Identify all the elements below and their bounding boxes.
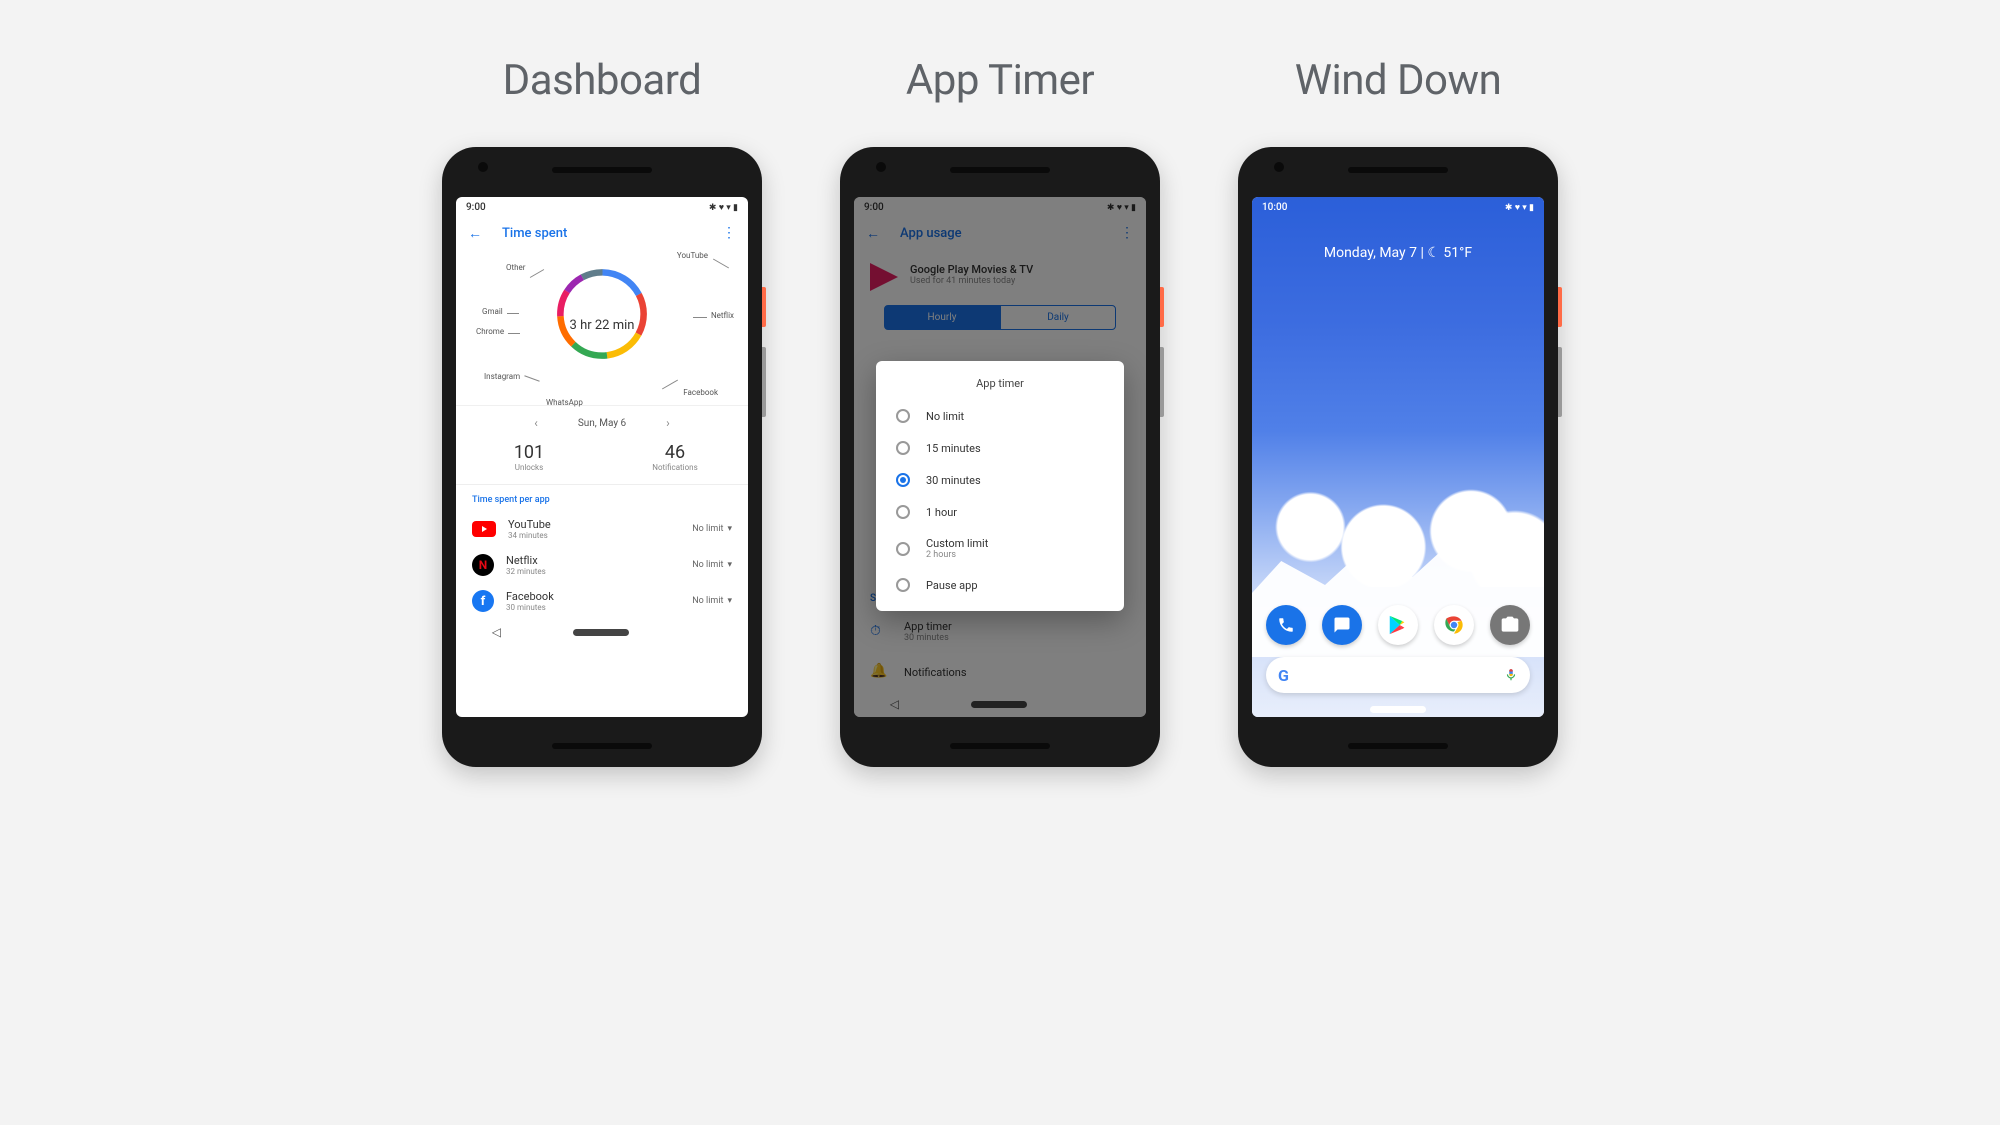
donut-label-facebook: Facebook	[683, 388, 718, 397]
column-dashboard: Dashboard 9:00 ✱ ♥ ▾ ▮ ← Time spent ⋮	[427, 56, 777, 767]
google-logo-icon: G	[1278, 666, 1289, 685]
search-bar[interactable]: G	[1266, 657, 1530, 693]
nav-bar: ◁	[456, 619, 748, 645]
title-winddown: Wind Down	[1295, 56, 1502, 105]
donut-label-youtube: YouTube	[677, 251, 708, 260]
radio-30-min[interactable]: 30 minutes	[876, 464, 1124, 496]
chrome-app-icon[interactable]	[1434, 605, 1474, 645]
mic-icon[interactable]	[1504, 666, 1518, 684]
messages-app-icon[interactable]	[1322, 605, 1362, 645]
radio-1-hour[interactable]: 1 hour	[876, 496, 1124, 528]
donut-chart: 3 hr 22 min YouTube Netflix Facebook Wha…	[456, 249, 748, 405]
phone-app-icon[interactable]	[1266, 605, 1306, 645]
radio-pause[interactable]: Pause app	[876, 569, 1124, 601]
radio-icon	[896, 505, 910, 519]
status-bar: 9:00 ✱ ♥ ▾ ▮	[456, 197, 748, 217]
date-selector: ‹ Sun, May 6 ›	[456, 405, 748, 436]
donut-label-gmail: Gmail	[482, 307, 503, 316]
status-icons: ✱ ♥ ▾ ▮	[1505, 202, 1534, 213]
donut-total: 3 hr 22 min	[570, 318, 635, 333]
status-time: 9:00	[466, 202, 486, 213]
dialog-title: App timer	[876, 377, 1124, 400]
nav-home-icon[interactable]	[1370, 706, 1426, 713]
nav-bar	[1252, 706, 1544, 713]
donut-label-other: Other	[506, 263, 525, 272]
phone-frame-3: 10:00 ✱ ♥ ▾ ▮ Monday, May 7 | ☾ 51°F	[1238, 147, 1558, 767]
stat-notifications[interactable]: 46 Notifications	[602, 442, 748, 472]
radio-icon	[896, 441, 910, 455]
radio-no-limit[interactable]: No limit	[876, 400, 1124, 432]
app-timer-dialog: App timer No limit 15 minutes 30 minutes	[876, 361, 1124, 611]
title-dashboard: Dashboard	[503, 56, 702, 105]
date-weather[interactable]: Monday, May 7 | ☾ 51°F	[1252, 217, 1544, 261]
limit-dropdown[interactable]: No limit ▾	[692, 596, 732, 606]
donut-label-whatsapp: WhatsApp	[546, 398, 583, 407]
play-store-icon[interactable]	[1378, 605, 1418, 645]
column-winddown: Wind Down 10:00 ✱ ♥ ▾ ▮ Monday, May 7 | …	[1223, 56, 1573, 767]
facebook-icon	[472, 590, 494, 612]
radio-custom[interactable]: Custom limit 2 hours	[876, 528, 1124, 569]
donut-label-netflix: Netflix	[711, 311, 734, 320]
donut-label-chrome: Chrome	[476, 327, 504, 336]
youtube-icon	[472, 521, 496, 537]
column-apptimer: App Timer 9:00 ✱ ♥ ▾ ▮ ← App usage ⋮	[825, 56, 1175, 767]
status-icons: ✱ ♥ ▾ ▮	[709, 202, 738, 213]
date-label: Sun, May 6	[578, 418, 626, 429]
prev-day-icon[interactable]: ‹	[534, 416, 538, 430]
nav-back-icon[interactable]: ◁	[492, 625, 501, 639]
app-row-youtube[interactable]: YouTube 34 minutes No limit ▾	[456, 511, 748, 547]
home-screen[interactable]: 10:00 ✱ ♥ ▾ ▮ Monday, May 7 | ☾ 51°F	[1252, 197, 1544, 717]
phone-frame-2: 9:00 ✱ ♥ ▾ ▮ ← App usage ⋮ Google Play M…	[840, 147, 1160, 767]
nav-home-icon[interactable]	[573, 629, 629, 636]
limit-dropdown[interactable]: No limit ▾	[692, 560, 732, 570]
next-day-icon[interactable]: ›	[666, 416, 670, 430]
stat-unlocks[interactable]: 101 Unlocks	[456, 442, 602, 472]
status-bar: 10:00 ✱ ♥ ▾ ▮	[1252, 197, 1544, 217]
section-header: Time spent per app	[456, 484, 748, 511]
limit-dropdown[interactable]: No limit ▾	[692, 524, 732, 534]
app-row-facebook[interactable]: Facebook 30 minutes No limit ▾	[456, 583, 748, 619]
radio-15-min[interactable]: 15 minutes	[876, 432, 1124, 464]
radio-icon	[896, 409, 910, 423]
back-icon[interactable]: ←	[468, 225, 482, 242]
more-icon[interactable]: ⋮	[722, 231, 736, 235]
app-row-netflix[interactable]: Netflix 32 minutes No limit ▾	[456, 547, 748, 583]
camera-app-icon[interactable]	[1490, 605, 1530, 645]
status-time: 10:00	[1262, 202, 1287, 213]
radio-icon	[896, 473, 910, 487]
netflix-icon	[472, 554, 494, 576]
app-bar-title: Time spent	[502, 226, 567, 241]
radio-icon	[896, 578, 910, 592]
phone-frame-1: 9:00 ✱ ♥ ▾ ▮ ← Time spent ⋮	[442, 147, 762, 767]
radio-icon	[896, 542, 910, 556]
donut-label-instagram: Instagram	[484, 372, 520, 381]
dock	[1252, 605, 1544, 645]
app-bar: ← Time spent ⋮	[456, 217, 748, 249]
title-apptimer: App Timer	[906, 56, 1094, 105]
